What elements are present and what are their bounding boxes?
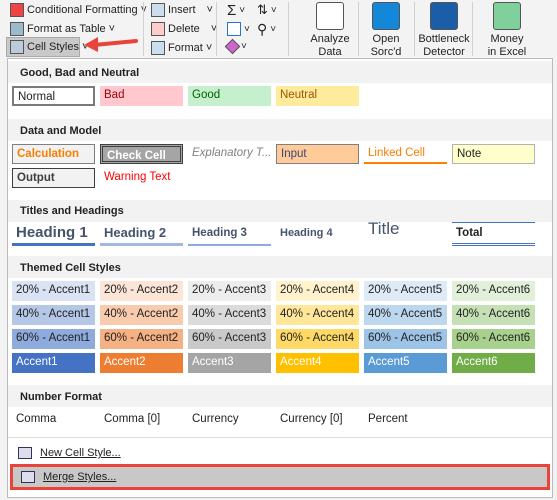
style-20-accent5[interactable]: 20% - Accent5 [364, 281, 447, 301]
divider [216, 2, 217, 56]
merge-styles-icon [21, 471, 35, 483]
divider [288, 2, 289, 56]
style-accent2[interactable]: Accent2 [100, 353, 183, 373]
style-20-accent6[interactable]: 20% - Accent6 [452, 281, 535, 301]
style-input[interactable]: Input [276, 144, 359, 164]
style-20-accent3[interactable]: 20% - Accent3 [188, 281, 271, 301]
red-arrow-annotation [84, 37, 138, 52]
cell-styles-gallery: Good, Bad and Neutral Normal Bad Good Neutr… [7, 58, 553, 498]
divider [472, 2, 473, 56]
analyze-data-icon [316, 2, 344, 30]
style-heading-3[interactable]: Heading 3 [188, 222, 271, 246]
style-currency[interactable]: Currency [188, 410, 271, 430]
addin-bottleneck-button[interactable]: Bottleneck Detector [414, 2, 474, 59]
merge-styles-menu-item[interactable]: Merge Styles... [10, 464, 550, 490]
style-60-accent2[interactable]: 60% - Accent2 [100, 329, 183, 349]
conditional-formatting-button[interactable]: Conditional Formatting˅ [10, 3, 147, 17]
style-60-accent6[interactable]: 60% - Accent6 [452, 329, 535, 349]
style-explanatory[interactable]: Explanatory T... [188, 144, 271, 164]
style-note[interactable]: Note [452, 144, 535, 164]
format-as-table-button[interactable]: Format as Table ˅ [10, 22, 115, 36]
style-40-accent3[interactable]: 40% - Accent3 [188, 305, 271, 325]
delete-button[interactable]: Delete ˅ [151, 22, 217, 36]
sigma-icon: Σ [227, 2, 237, 19]
style-check-cell[interactable]: Check Cell [100, 144, 183, 164]
new-cell-style-menu-item[interactable]: New Cell Style... [10, 441, 550, 465]
style-accent1[interactable]: Accent1 [12, 353, 95, 373]
style-bad[interactable]: Bad [100, 86, 183, 106]
style-currency-0[interactable]: Currency [0] [276, 410, 359, 430]
style-60-accent4[interactable]: 60% - Accent4 [276, 329, 359, 349]
style-heading-2[interactable]: Heading 2 [100, 222, 183, 246]
chevron-down-icon: ˅ [108, 23, 116, 35]
style-output[interactable]: Output [12, 168, 95, 188]
section-themed-cell-styles: Themed Cell Styles [20, 262, 121, 274]
style-good[interactable]: Good [188, 86, 271, 106]
style-20-accent1[interactable]: 20% - Accent1 [12, 281, 95, 301]
format-button[interactable]: Format ˅ [151, 41, 212, 55]
eraser-icon [224, 38, 241, 55]
style-60-accent1[interactable]: 60% - Accent1 [12, 329, 95, 349]
style-40-accent4[interactable]: 40% - Accent4 [276, 305, 359, 325]
new-cell-style-icon [18, 447, 32, 459]
sort-filter-button[interactable]: ⇅ ˅ [257, 2, 277, 18]
addin-money-button[interactable]: Money in Excel [477, 2, 537, 59]
style-heading-1[interactable]: Heading 1 [12, 222, 95, 246]
style-heading-4[interactable]: Heading 4 [276, 222, 359, 246]
style-60-accent5[interactable]: 60% - Accent5 [364, 329, 447, 349]
style-20-accent2[interactable]: 20% - Accent2 [100, 281, 183, 301]
autosum-button[interactable]: Σ ˅ [227, 2, 245, 19]
style-normal[interactable]: Normal [12, 86, 95, 106]
stopwatch-icon [430, 2, 458, 30]
addin-analyze-button[interactable]: Analyze Data [300, 2, 360, 59]
clear-button[interactable]: ˅ [224, 38, 247, 55]
conditional-formatting-icon [10, 3, 24, 17]
search-icon: ⚲ [257, 21, 268, 37]
fill-down-icon [227, 22, 241, 36]
style-40-accent6[interactable]: 40% - Accent6 [452, 305, 535, 325]
addin-open-button[interactable]: Open Sorc'd [356, 2, 416, 59]
style-total[interactable]: Total [452, 222, 535, 246]
style-comma-0[interactable]: Comma [0] [100, 410, 183, 430]
style-comma[interactable]: Comma [12, 410, 95, 430]
insert-icon [151, 3, 165, 17]
chevron-down-icon: ˅ [206, 4, 213, 16]
divider [8, 437, 552, 438]
style-accent5[interactable]: Accent5 [364, 353, 447, 373]
style-calculation[interactable]: Calculation [12, 144, 95, 164]
style-percent[interactable]: Percent [364, 410, 447, 430]
section-number-format: Number Format [20, 391, 102, 403]
style-title[interactable]: Title [364, 219, 447, 243]
sort-filter-icon: ⇅ [257, 2, 268, 17]
style-accent3[interactable]: Accent3 [188, 353, 271, 373]
style-accent4[interactable]: Accent4 [276, 353, 359, 373]
section-data-and-model: Data and Model [20, 125, 102, 137]
divider [143, 2, 144, 56]
format-icon [151, 41, 165, 55]
style-accent6[interactable]: Accent6 [452, 353, 535, 373]
style-40-accent1[interactable]: 40% - Accent1 [12, 305, 95, 325]
fill-button[interactable]: ˅ [227, 22, 250, 36]
section-good-bad-neutral: Good, Bad and Neutral [20, 67, 140, 79]
money-icon [493, 2, 521, 30]
chevron-down-icon: ˅ [205, 42, 213, 54]
cell-styles-label-group[interactable]: Cell Styles ˅ [10, 40, 88, 54]
style-neutral[interactable]: Neutral [276, 86, 359, 106]
cell-styles-icon [10, 40, 24, 54]
delete-icon [151, 22, 165, 36]
quote-icon [372, 2, 400, 30]
style-40-accent2[interactable]: 40% - Accent2 [100, 305, 183, 325]
section-titles-headings: Titles and Headings [20, 205, 124, 217]
style-linked-cell[interactable]: Linked Cell [364, 144, 447, 164]
format-as-table-icon [10, 22, 24, 36]
style-40-accent5[interactable]: 40% - Accent5 [364, 305, 447, 325]
insert-button[interactable]: Insert ˅ [151, 3, 213, 17]
style-60-accent3[interactable]: 60% - Accent3 [188, 329, 271, 349]
style-warning-text[interactable]: Warning Text [100, 168, 183, 188]
find-select-button[interactable]: ⚲ ˅ [257, 21, 276, 38]
style-20-accent4[interactable]: 20% - Accent4 [276, 281, 359, 301]
